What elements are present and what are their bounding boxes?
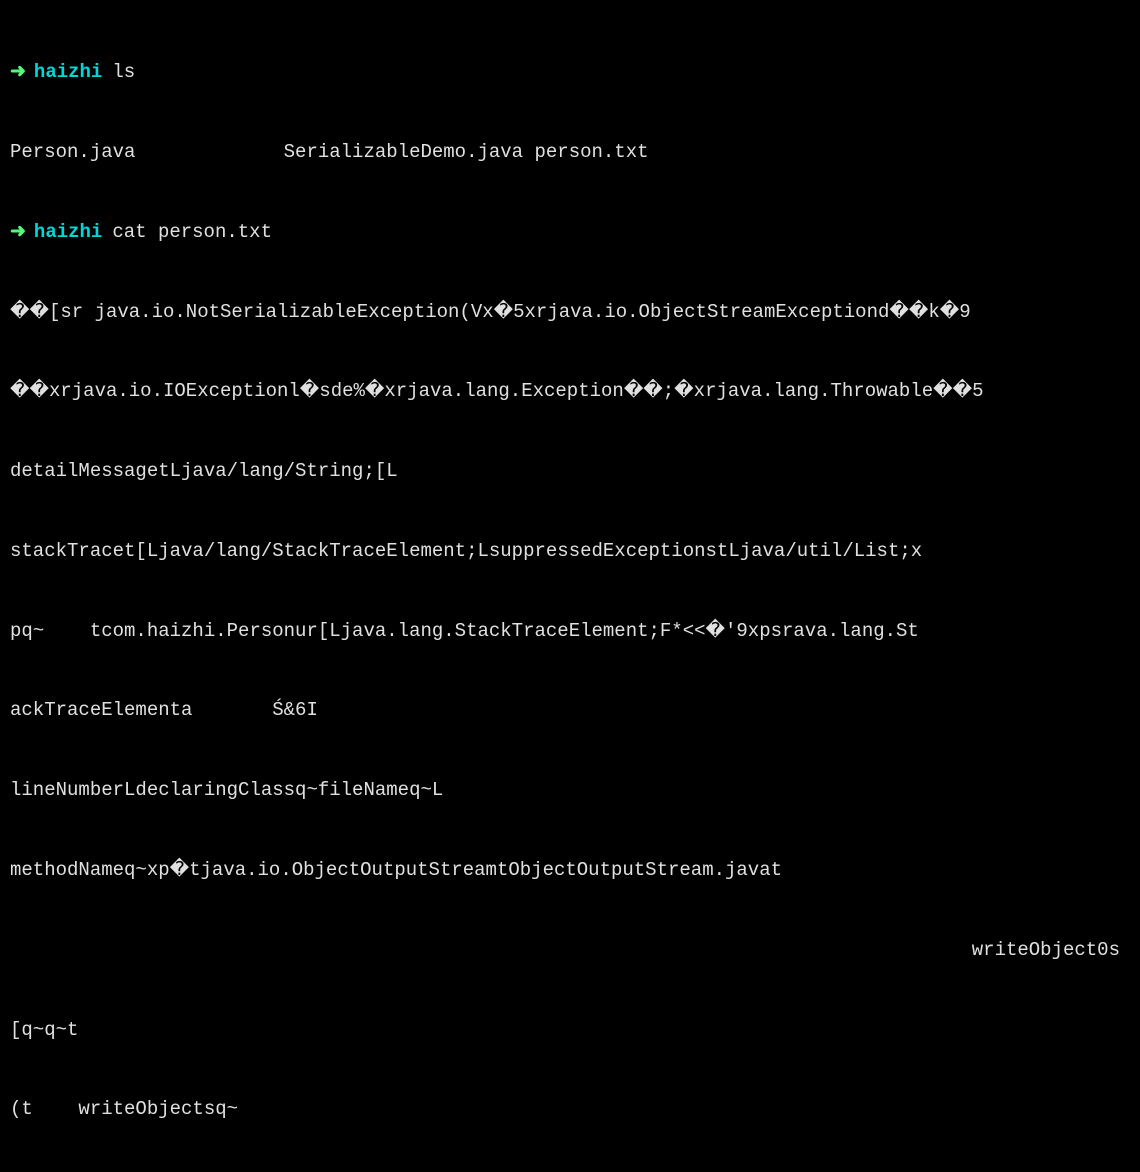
cat-output-line: detailMessagetLjava/lang/String;[L [10,458,1130,485]
prompt-line-2: ➜ haizhi cat person.txt [10,219,1130,246]
cat-output-line: (t writeObjectsq~ [10,1096,1130,1123]
cat-output-line: stackTracet[Ljava/lang/StackTraceElement… [10,538,1130,565]
cat-output-line: ��xrjava.io.IOExceptionl�sde%�xrjava.lan… [10,378,1130,405]
cat-output-line: lineNumberLdeclaringClassq~fileNameq~L [10,777,1130,804]
cat-output-line: methodNameq~xp�tjava.io.ObjectOutputStre… [10,857,1130,884]
cat-output-line: ��[sr java.io.NotSerializableException(V… [10,299,1130,326]
ls-output: Person.java SerializableDemo.java person… [10,139,1130,166]
cat-output-line: [q~q~t [10,1017,1130,1044]
cat-output-line: writeObject0s [10,937,1130,964]
prompt-host: haizhi [34,59,102,86]
terminal[interactable]: ➜ haizhi ls Person.java SerializableDemo… [10,6,1130,1172]
prompt-arrow-icon: ➜ [10,219,26,246]
command-input: ls [112,59,135,86]
command-input: cat person.txt [112,219,272,246]
cat-output-line: pq~ tcom.haizhi.Personur[Ljava.lang.Stac… [10,618,1130,645]
cat-output-line: ackTraceElementa Ś&6I [10,697,1130,724]
prompt-arrow-icon: ➜ [10,59,26,86]
prompt-line-1: ➜ haizhi ls [10,59,1130,86]
prompt-host: haizhi [34,219,102,246]
